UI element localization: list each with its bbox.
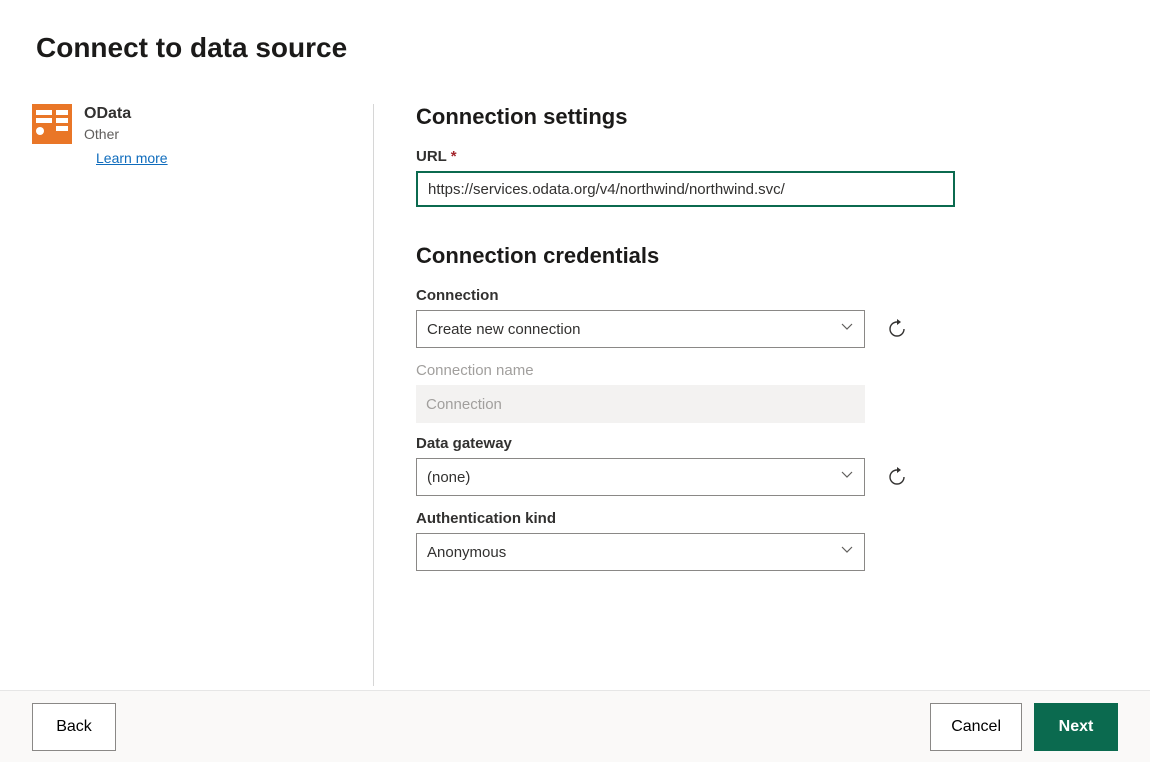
url-label: URL *: [416, 148, 1150, 165]
connector-name: OData: [84, 104, 168, 124]
connector-category: Other: [84, 124, 168, 144]
connection-credentials-heading: Connection credentials: [416, 243, 1150, 269]
chevron-down-icon: [840, 320, 854, 338]
url-input[interactable]: [416, 171, 955, 207]
refresh-icon: [887, 467, 907, 487]
data-gateway-select[interactable]: (none): [416, 458, 865, 496]
cancel-button[interactable]: Cancel: [930, 703, 1022, 751]
next-button[interactable]: Next: [1034, 703, 1118, 751]
authentication-kind-select[interactable]: Anonymous: [416, 533, 865, 571]
connection-name-input: Connection: [416, 385, 865, 423]
authentication-kind-value: Anonymous: [427, 544, 506, 561]
connection-settings-heading: Connection settings: [416, 104, 1150, 130]
data-gateway-label: Data gateway: [416, 435, 1150, 452]
data-gateway-value: (none): [427, 469, 470, 486]
refresh-icon: [887, 319, 907, 339]
connection-select-value: Create new connection: [427, 321, 580, 338]
gateway-refresh-button[interactable]: [885, 465, 909, 489]
back-button[interactable]: Back: [32, 703, 116, 751]
connection-refresh-button[interactable]: [885, 317, 909, 341]
connection-label: Connection: [416, 287, 1150, 304]
learn-more-link[interactable]: Learn more: [96, 150, 168, 166]
connector-sidebar: OData Other Learn more: [32, 104, 374, 686]
odata-icon: [32, 104, 72, 144]
page-title: Connect to data source: [0, 0, 1150, 64]
dialog-footer: Back Cancel Next: [0, 690, 1150, 762]
chevron-down-icon: [840, 468, 854, 486]
chevron-down-icon: [840, 543, 854, 561]
connection-name-label: Connection name: [416, 362, 1150, 379]
connection-select[interactable]: Create new connection: [416, 310, 865, 348]
authentication-kind-label: Authentication kind: [416, 510, 1150, 527]
